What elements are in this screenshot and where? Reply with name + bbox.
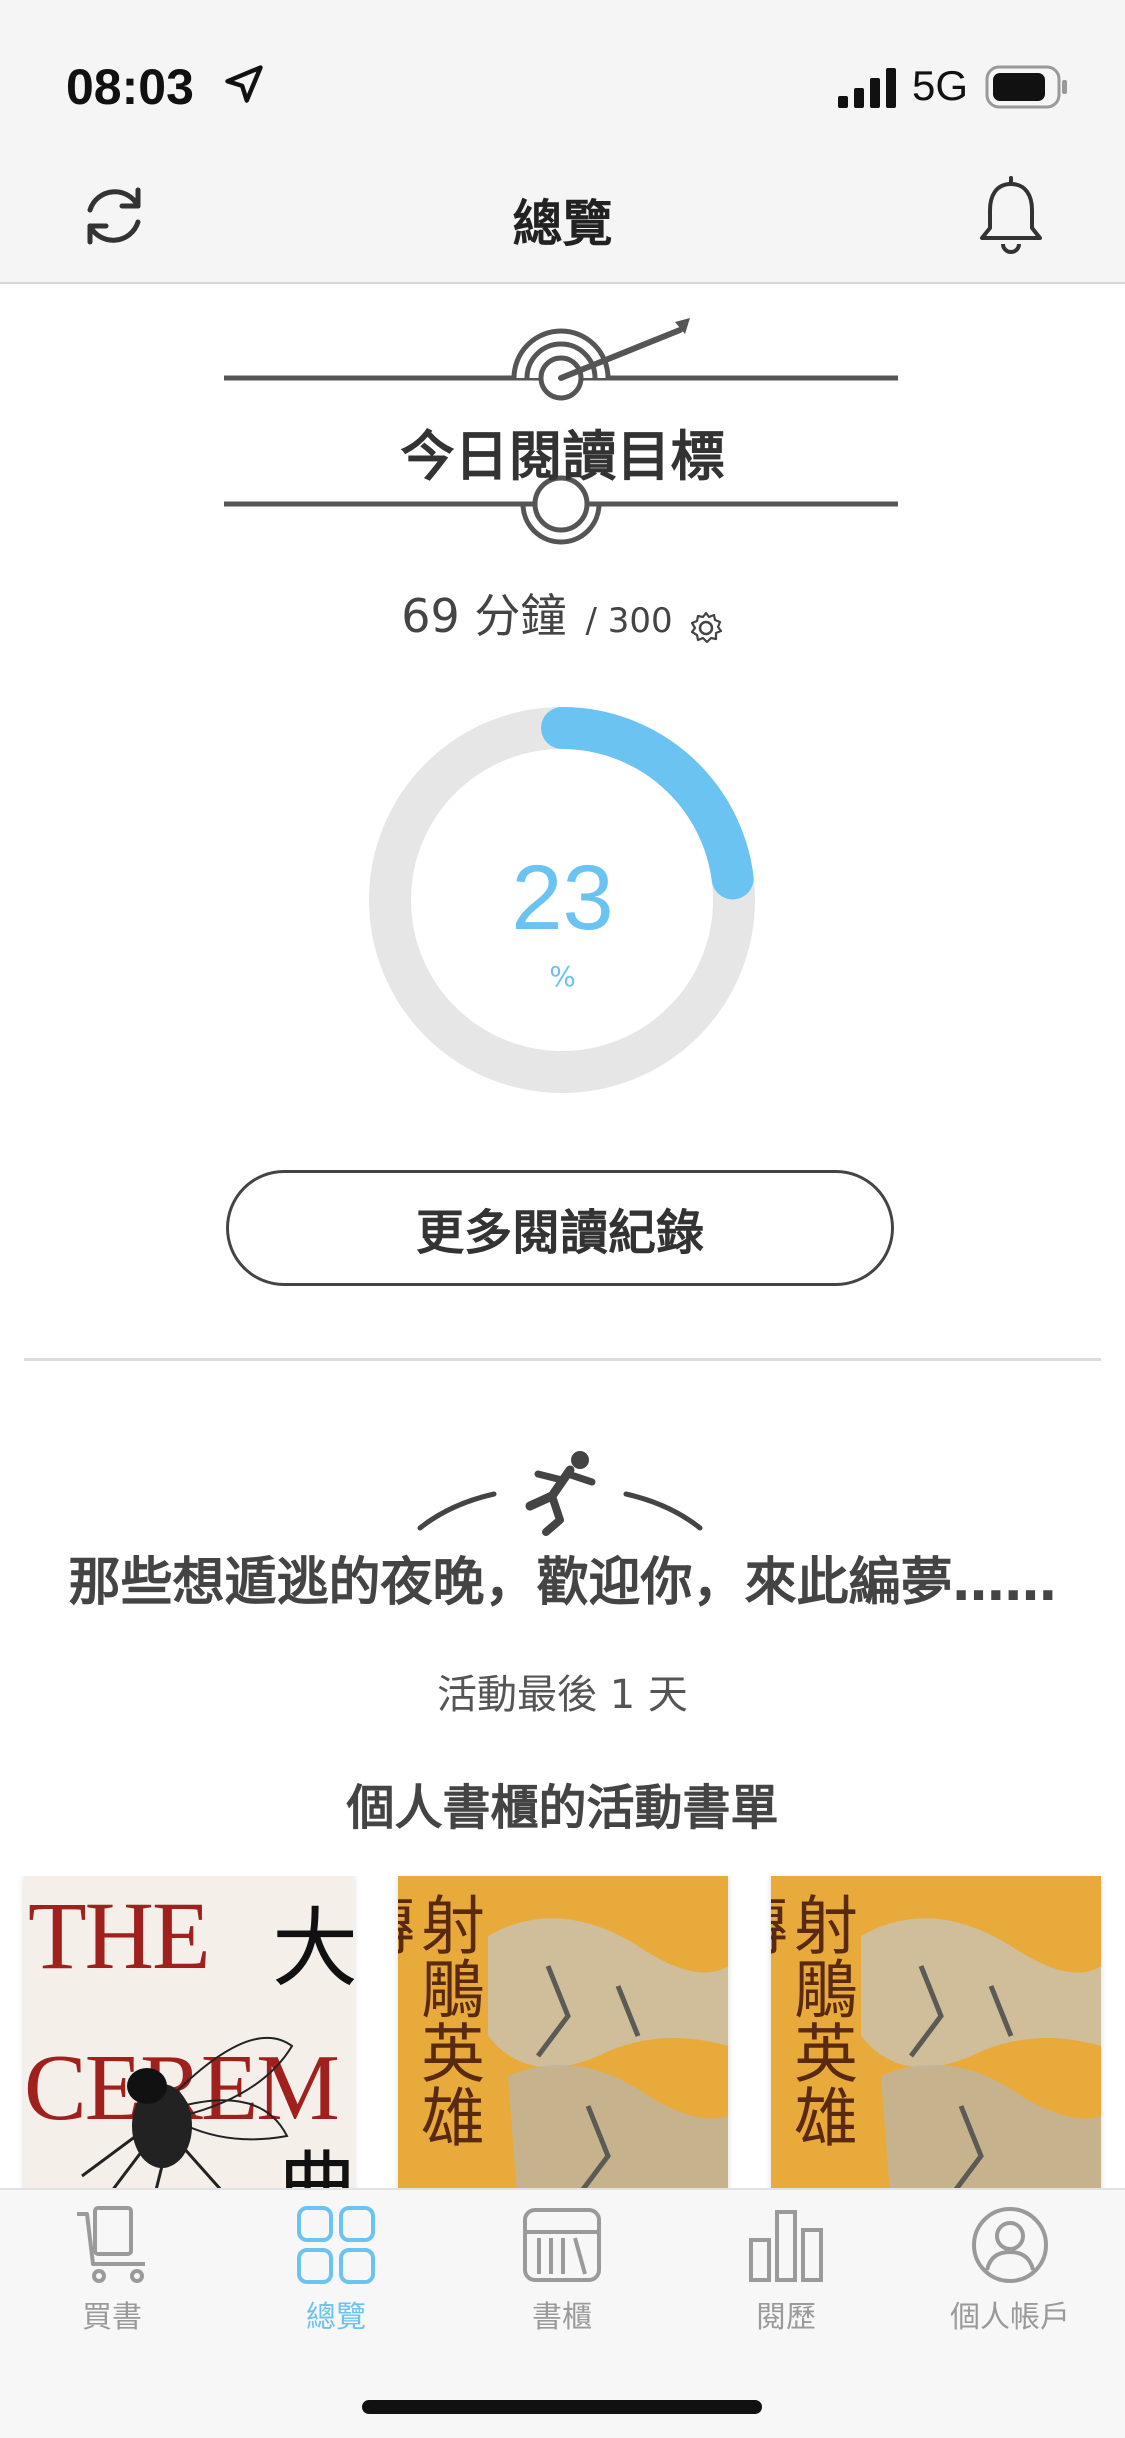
more-reading-records-button[interactable]: 更多閱讀紀錄: [226, 1170, 894, 1286]
tab-account[interactable]: 個人帳戶: [920, 2204, 1100, 2344]
campaign-days-left: 活動最後 1 天: [437, 1672, 688, 1718]
tab-label: 書櫃: [532, 2300, 592, 2335]
fly-illustration: [81, 2036, 294, 2188]
bottom-tab-bar: 買書 總覽 書櫃 閱歷 個人帳戶: [0, 2188, 1125, 2438]
status-time: 08:03: [66, 59, 194, 115]
progress-percent-unit: %: [549, 960, 576, 993]
book-cover-title: THE: [28, 1882, 211, 1989]
book-cover-title: 射鵰英雄傳: [398, 1892, 484, 2148]
battery-icon: [985, 65, 1067, 109]
reading-minutes-row: 69 分鐘 / 300: [0, 580, 1125, 646]
status-bar: 08:03 5G: [0, 0, 1125, 160]
page-title: 總覽: [512, 195, 613, 253]
book-cover[interactable]: 射鵰英雄傳: [398, 1876, 728, 2188]
campaign-book-list: THE CEREM 大 典 射鵰英雄傳 射鵰英雄傳: [0, 1876, 1125, 2188]
bar-chart-icon: [749, 2210, 823, 2282]
signal-icon: [838, 68, 896, 108]
campaign-title: 那些想遁逃的夜晚，歡迎你，來此編夢……: [68, 1553, 1057, 1613]
top-nav-bar: 總覽: [0, 160, 1125, 284]
tab-bookshelf[interactable]: 書櫃: [472, 2204, 652, 2344]
bookshelf-icon: [523, 2208, 601, 2282]
section-divider: [24, 1358, 1101, 1361]
minutes-read: 69 分鐘: [401, 589, 567, 643]
tab-label: 買書: [82, 2300, 142, 2335]
tab-label: 個人帳戶: [950, 2300, 1070, 2335]
notification-bell-icon[interactable]: [976, 176, 1046, 260]
cart-icon: [77, 2206, 145, 2283]
book-cover[interactable]: THE CEREM 大 典: [24, 1876, 354, 2188]
book-cover-title: 射鵰英雄傳: [771, 1892, 857, 2148]
tab-overview[interactable]: 總覽: [246, 2204, 426, 2344]
tab-label: 總覽: [306, 2300, 366, 2335]
tab-buy-books[interactable]: 買書: [22, 2204, 202, 2344]
goal-settings-gear-icon[interactable]: [688, 610, 724, 646]
reading-goal-title: 今日閱讀目標: [400, 425, 725, 488]
network-type: 5G: [912, 62, 969, 109]
minutes-target: / 300: [585, 601, 673, 641]
book-cover[interactable]: 射鵰英雄傳: [771, 1876, 1101, 2188]
tab-reading-history[interactable]: 閱歷: [696, 2204, 876, 2344]
tab-label: 閱歷: [756, 2300, 816, 2335]
person-icon: [972, 2207, 1048, 2283]
runner-emblem-icon: [417, 1451, 703, 1536]
grid-icon: [297, 2206, 375, 2284]
campaign-list-title: 個人書櫃的活動書單: [346, 1780, 779, 1836]
home-indicator: [362, 2400, 762, 2414]
location-arrow-icon: [225, 65, 263, 103]
progress-percent: 23: [511, 847, 614, 949]
